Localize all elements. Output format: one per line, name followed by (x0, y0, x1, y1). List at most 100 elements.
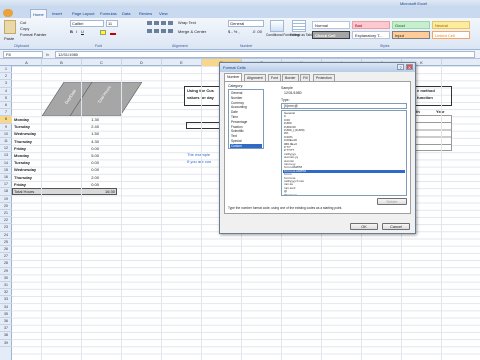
row-header-3[interactable]: 3 (0, 80, 12, 88)
format-table-icon[interactable] (292, 20, 306, 32)
column-header-c[interactable]: C (82, 59, 122, 66)
delete-button[interactable]: Delete (377, 198, 407, 205)
row-header-5[interactable]: 5 (0, 95, 12, 102)
row-header-2[interactable]: 2 (0, 73, 12, 81)
conditional-formatting-icon[interactable] (270, 20, 284, 32)
formula-input[interactable]: 12/31/1980 (55, 51, 475, 58)
row-header-37[interactable]: 37 (0, 325, 12, 333)
row-header-13[interactable]: 13 (0, 152, 12, 160)
column-header-b[interactable]: B (42, 59, 82, 66)
row-header-35[interactable]: 35 (0, 311, 12, 318)
row-header-39[interactable]: 39 (0, 340, 12, 347)
row-header-7[interactable]: 7 (0, 109, 12, 117)
category-item[interactable]: Date (230, 110, 262, 115)
row-header-26[interactable]: 26 (0, 246, 12, 254)
style-bad[interactable]: Bad (352, 21, 390, 29)
decimal-buttons[interactable]: .0 .00 (252, 29, 262, 34)
tab-home[interactable]: Home (30, 9, 47, 18)
cut-button[interactable]: Cut (20, 20, 26, 25)
row-header-15[interactable]: 15 (0, 167, 12, 174)
cancel-button[interactable]: Cancel (382, 223, 410, 230)
row-header-38[interactable]: 38 (0, 332, 12, 340)
row-header-33[interactable]: 33 (0, 296, 12, 304)
column-header-d[interactable]: D (122, 59, 162, 66)
row-header-16[interactable]: 16 (0, 174, 12, 182)
currency-button[interactable]: $ - % , (228, 29, 240, 34)
row-header-18[interactable]: 18 (0, 188, 12, 196)
row-header-21[interactable]: 21 (0, 210, 12, 218)
row-header-14[interactable]: 14 (0, 160, 12, 167)
row-header-20[interactable]: 20 (0, 203, 12, 210)
tab-formulas[interactable]: Formulas (98, 9, 119, 18)
row-header-22[interactable]: 22 (0, 217, 12, 225)
row-header-12[interactable]: 12 (0, 145, 12, 153)
tab-review[interactable]: Review (137, 9, 154, 18)
font-name-select[interactable]: Calibri (70, 20, 104, 27)
align-icons[interactable] (147, 21, 175, 25)
row-header-28[interactable]: 28 (0, 260, 12, 268)
tab-insert[interactable]: Insert (50, 9, 64, 18)
style-neutral[interactable]: Neutral (432, 21, 470, 29)
office-button[interactable] (3, 9, 13, 17)
row-header-24[interactable]: 24 (0, 232, 12, 239)
font-size-select[interactable]: 11 (106, 20, 118, 27)
category-list[interactable]: General Number Currency Accounting Date Time P… (228, 89, 264, 149)
fill-color-icon[interactable] (100, 30, 106, 35)
row-header-8[interactable]: 8 (0, 116, 12, 124)
format-table-button[interactable]: Format as Table (290, 33, 314, 37)
row-header-4[interactable]: 4 (0, 88, 12, 95)
tab-border[interactable]: Border (282, 74, 299, 81)
selected-cell[interactable] (186, 122, 220, 129)
style-linked-cell[interactable]: Linked Cell (432, 31, 470, 39)
style-input[interactable]: Input (392, 31, 430, 39)
tab-fill[interactable]: Fill (300, 74, 311, 81)
fx-icon[interactable]: fx (46, 51, 49, 58)
tab-font[interactable]: Font (268, 74, 282, 81)
type-item[interactable]: [h]:mm:ss (283, 193, 405, 195)
ok-button[interactable]: OK (350, 223, 378, 230)
row-header-1[interactable]: 1 (0, 66, 12, 74)
row-header-23[interactable]: 23 (0, 224, 12, 232)
row-header-27[interactable]: 27 (0, 253, 12, 261)
row-header-34[interactable]: 34 (0, 304, 12, 311)
tab-page-layout[interactable]: Page Layout (70, 9, 96, 18)
tab-protection[interactable]: Protection (313, 74, 335, 81)
style-normal[interactable]: Normal (312, 21, 350, 29)
row-header-29[interactable]: 29 (0, 268, 12, 275)
row-header-9[interactable]: 9 (0, 124, 12, 131)
style-explanatory-t-[interactable]: Explanatory T... (352, 31, 390, 39)
style-check-cell[interactable]: Check Cell (312, 31, 350, 39)
row-header-31[interactable]: 31 (0, 282, 12, 290)
format-painter-button[interactable]: Format Painter (20, 32, 46, 37)
row-header-25[interactable]: 25 (0, 239, 12, 246)
style-good[interactable]: Good (392, 21, 430, 29)
row-header-10[interactable]: 10 (0, 131, 12, 138)
paste-icon[interactable] (4, 20, 16, 34)
column-header-e[interactable]: E (162, 59, 202, 66)
category-item[interactable]: Custom (230, 143, 262, 148)
row-header-30[interactable]: 30 (0, 275, 12, 282)
row-header-19[interactable]: 19 (0, 196, 12, 203)
merge-center-button[interactable]: Merge & Center (178, 29, 206, 34)
wrap-text-button[interactable]: Wrap Text (178, 20, 196, 25)
italic-button[interactable]: I (76, 29, 77, 34)
underline-button[interactable]: U (81, 29, 84, 34)
paste-label[interactable]: Paste (4, 36, 14, 41)
row-header-36[interactable]: 36 (0, 318, 12, 326)
column-header-a[interactable]: A (12, 59, 42, 66)
row-header-32[interactable]: 32 (0, 289, 12, 297)
category-item[interactable]: Text (230, 134, 262, 139)
type-input[interactable]: [h]:mm;@ (281, 103, 407, 109)
row-header-6[interactable]: 6 (0, 102, 12, 110)
row-header-17[interactable]: 17 (0, 181, 12, 189)
bold-button[interactable]: B (70, 29, 73, 34)
tab-alignment[interactable]: Alignment (244, 74, 266, 81)
tab-data[interactable]: Data (120, 9, 132, 18)
copy-button[interactable]: Copy (20, 26, 29, 31)
tab-number[interactable]: Number (224, 73, 243, 81)
help-button[interactable]: ? (397, 64, 404, 70)
row-header-11[interactable]: 11 (0, 138, 12, 146)
align-icons-2[interactable] (147, 29, 175, 33)
close-button[interactable]: X (406, 64, 413, 70)
font-color-icon[interactable] (110, 30, 116, 35)
